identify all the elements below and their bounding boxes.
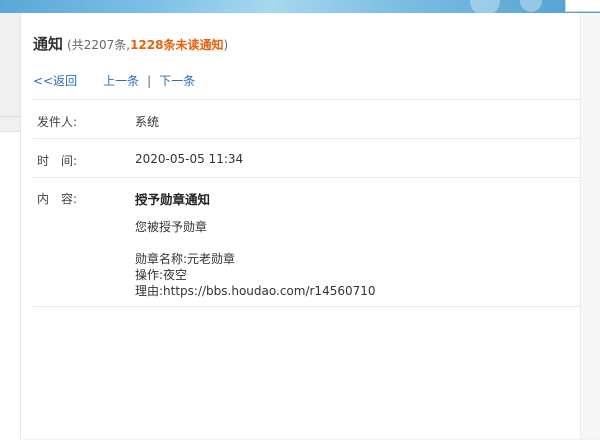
sender-label: 发件人: — [37, 115, 78, 129]
message-line: 您被授予勋章 — [135, 220, 208, 234]
content-label: 内 容: — [37, 192, 78, 206]
message-title: 授予勋章通知 — [135, 192, 211, 207]
time-row: 时 间: 2020-05-05 11:34 — [33, 138, 581, 177]
sender-value: 系统 — [135, 115, 160, 129]
back-link[interactable]: <<返回 — [33, 74, 77, 88]
notice-count-prefix: (共2207条, — [67, 38, 131, 52]
next-message-link[interactable]: 下一条 — [159, 74, 195, 88]
nav-divider: | — [147, 74, 152, 88]
time-value: 2020-05-05 11:34 — [135, 152, 244, 166]
sidebar-panel — [0, 131, 20, 440]
banner-decoration — [520, 0, 542, 12]
right-margin — [580, 13, 600, 439]
corner-button[interactable] — [565, 0, 600, 12]
operator-line: 操作:夜空 — [135, 268, 188, 282]
notice-header: 通知 (共2207条,1228条未读通知) — [33, 33, 228, 54]
reason-line: 理由:https://bbs.houdao.com/r14560710 — [135, 284, 376, 298]
prev-message-link[interactable]: 上一条 — [103, 74, 139, 88]
message-details: 发件人: 系统 时 间: 2020-05-05 11:34 内 容: 授予勋章通… — [33, 99, 581, 307]
unread-count[interactable]: 1228条未读通知 — [130, 38, 223, 52]
sidebar-divider — [0, 116, 20, 117]
page-title: 通知 — [33, 35, 64, 53]
message-panel: 通知 (共2207条,1228条未读通知) <<返回 上一条 | 下一条 发件人: 系统… — [20, 13, 581, 439]
message-body: 授予勋章通知 您被授予勋章 勋章名称:元老勋章 操作:夜空 理由:https:/… — [135, 192, 376, 299]
medal-name: 勋章名称:元老勋章 — [135, 252, 236, 266]
top-banner — [0, 0, 600, 16]
left-sidebar — [0, 13, 20, 440]
notice-count: (共2207条,1228条未读通知) — [67, 38, 228, 52]
message-navigation: <<返回 上一条 | 下一条 — [33, 72, 195, 89]
time-label: 时 间: — [37, 154, 78, 168]
sender-row: 发件人: 系统 — [33, 99, 581, 138]
content-row: 内 容: 授予勋章通知 您被授予勋章 勋章名称:元老勋章 操作:夜空 理由:ht… — [33, 177, 581, 307]
notice-count-suffix: ) — [223, 38, 229, 52]
